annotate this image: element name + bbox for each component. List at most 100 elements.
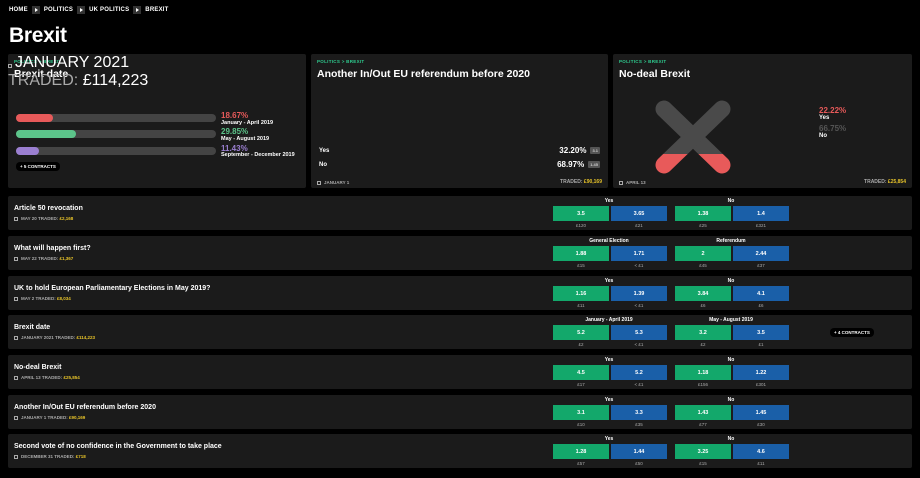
lay-price-button[interactable]: 2.44 <box>733 246 789 261</box>
no-label: No <box>819 133 827 139</box>
back-price-button[interactable]: 1.38 <box>675 206 731 221</box>
card-tag[interactable]: POLITICS > BREXIT <box>619 59 666 64</box>
outcome-label: No <box>727 436 735 442</box>
card-title[interactable]: Another In/Out EU referendum before 2020 <box>317 68 530 80</box>
breadcrumb-uk-politics[interactable]: UK POLITICS <box>89 7 129 13</box>
back-price-button[interactable]: 1.28 <box>553 444 609 459</box>
market-row[interactable]: No-deal Brexit APRIL 13 TRADED: £25,854 Ye… <box>8 355 912 389</box>
traded-value: £90,169 <box>69 415 86 420</box>
lay-price-button[interactable]: 5.3 <box>611 325 667 340</box>
back-price-button[interactable]: 4.5 <box>553 365 609 380</box>
breadcrumb-home[interactable]: HOME <box>9 7 28 13</box>
lay-price-button[interactable]: 4.6 <box>733 444 789 459</box>
lay-price-button[interactable]: 3.65 <box>611 206 667 221</box>
back-price-button[interactable]: 3.25 <box>675 444 731 459</box>
lay-volume: £6 <box>758 303 764 308</box>
back-volume: £2 <box>578 342 584 347</box>
market-title[interactable]: No-deal Brexit <box>14 364 61 371</box>
back-price-button[interactable]: 1.88 <box>553 246 609 261</box>
card-date: JANUARY 1 <box>317 180 349 185</box>
card-traded: TRADED: £90,169 <box>560 179 602 185</box>
back-price-button[interactable]: 2 <box>675 246 731 261</box>
market-row[interactable]: Second vote of no confidence in the Gove… <box>8 434 912 468</box>
market-title[interactable]: Article 50 revocation <box>14 205 83 212</box>
outcome-row-yes[interactable]: Yes 32.20% 3.1 <box>319 146 600 155</box>
market-row[interactable]: What will happen first? MAY 22 TRADED: £1… <box>8 236 912 270</box>
market-meta: DECEMBER 31 TRADED: £718 <box>14 454 86 459</box>
yes-label: Yes <box>819 115 830 121</box>
market-title[interactable]: Brexit date <box>14 324 50 331</box>
outcome-label: No <box>727 397 735 403</box>
back-price-button[interactable]: 1.18 <box>675 365 731 380</box>
calendar-icon <box>619 180 623 185</box>
back-volume: £6 <box>700 303 706 308</box>
card-title[interactable]: No-deal Brexit <box>619 68 690 80</box>
market-row[interactable]: UK to hold European Parliamentary Electi… <box>8 276 912 310</box>
lay-price-button[interactable]: 1.4 <box>733 206 789 221</box>
chevron-right-icon <box>31 6 40 14</box>
back-price-button[interactable]: 3.5 <box>553 206 609 221</box>
lay-volume: £1 <box>758 342 764 347</box>
lay-price-button[interactable]: 1.39 <box>611 286 667 301</box>
market-title[interactable]: Second vote of no confidence in the Gove… <box>14 443 222 450</box>
breadcrumb-politics[interactable]: POLITICS <box>44 7 73 13</box>
calendar-icon <box>14 296 18 301</box>
probability-percent: 18.67% <box>221 111 249 120</box>
more-contracts-button[interactable]: + 4 CONTRACTS <box>830 328 874 337</box>
more-contracts-button[interactable]: + 5 CONTRACTS <box>16 162 60 171</box>
outcome-label: Yes <box>604 357 614 363</box>
probability-percent: 29.85% <box>221 127 249 136</box>
market-title[interactable]: UK to hold European Parliamentary Electi… <box>14 285 210 292</box>
back-price-button[interactable]: 5.2 <box>553 325 609 340</box>
market-title[interactable]: What will happen first? <box>14 245 91 252</box>
market-meta: MAY 2 TRADED: £8,034 <box>14 296 71 301</box>
outcome-label: May - August 2019 <box>709 317 753 323</box>
outcome-label: Yes <box>604 436 614 442</box>
odds-chip: 3.1 <box>590 147 600 154</box>
card-tag[interactable]: POLITICS > BREXIT <box>317 59 364 64</box>
lay-volume: £11 <box>757 461 765 466</box>
outcome-label: No <box>727 198 735 204</box>
lay-price-button[interactable]: 1.71 <box>611 246 667 261</box>
cross-icon <box>655 100 731 174</box>
probability-bar <box>16 147 216 155</box>
back-volume: £17 <box>577 382 585 387</box>
outcome-label: January - April 2019 <box>221 120 274 126</box>
market-row[interactable]: Article 50 revocation MAY 20 TRADED: £2,1… <box>8 196 912 230</box>
card-title[interactable]: Brexit date <box>14 68 68 80</box>
back-volume: £45 <box>699 263 707 268</box>
lay-price-button[interactable]: 3.3 <box>611 405 667 420</box>
probability-bar <box>16 130 216 138</box>
back-price-button[interactable]: 1.43 <box>675 405 731 420</box>
lay-price-button[interactable]: 4.1 <box>733 286 789 301</box>
outcome-label: General Election <box>589 238 629 244</box>
back-price-button[interactable]: 3.1 <box>553 405 609 420</box>
outcome-label: Yes <box>604 198 614 204</box>
market-title[interactable]: Another In/Out EU referendum before 2020 <box>14 404 156 411</box>
lay-volume: < £1 <box>634 342 644 347</box>
market-row[interactable]: Brexit date JANUARY 2021 TRADED: £114,223… <box>8 315 912 349</box>
back-price-button[interactable]: 3.84 <box>675 286 731 301</box>
lay-price-button[interactable]: 1.45 <box>733 405 789 420</box>
lay-price-button[interactable]: 5.2 <box>611 365 667 380</box>
lay-price-button[interactable]: 1.22 <box>733 365 789 380</box>
outcome-row-no[interactable]: No 68.97% 1.45 <box>319 160 600 169</box>
lay-price-button[interactable]: 1.44 <box>611 444 667 459</box>
lay-price-button[interactable]: 3.5 <box>733 325 789 340</box>
calendar-icon <box>14 375 18 380</box>
featured-card-referendum[interactable]: POLITICS > BREXIT Another In/Out EU refe… <box>311 54 608 188</box>
back-volume: £2 <box>700 342 706 347</box>
breadcrumb-brexit[interactable]: BREXIT <box>145 7 168 13</box>
card-tag[interactable]: POLITICS > BREXIT <box>14 59 61 64</box>
probability-bar <box>16 114 216 122</box>
market-row[interactable]: Another In/Out EU referendum before 2020… <box>8 395 912 429</box>
featured-card-no-deal[interactable]: POLITICS > BREXIT No-deal Brexit 22.22% … <box>613 54 912 188</box>
probability-bar-fill <box>16 130 76 138</box>
outcome-label: May - August 2019 <box>221 136 270 142</box>
back-volume: £156 <box>697 382 708 387</box>
market-meta: MAY 20 TRADED: £2,168 <box>14 216 73 221</box>
back-price-button[interactable]: 1.16 <box>553 286 609 301</box>
back-price-button[interactable]: 3.2 <box>675 325 731 340</box>
traded-value: £114,223 <box>76 335 96 340</box>
breadcrumb: HOME POLITICS UK POLITICS BREXIT <box>9 6 169 14</box>
